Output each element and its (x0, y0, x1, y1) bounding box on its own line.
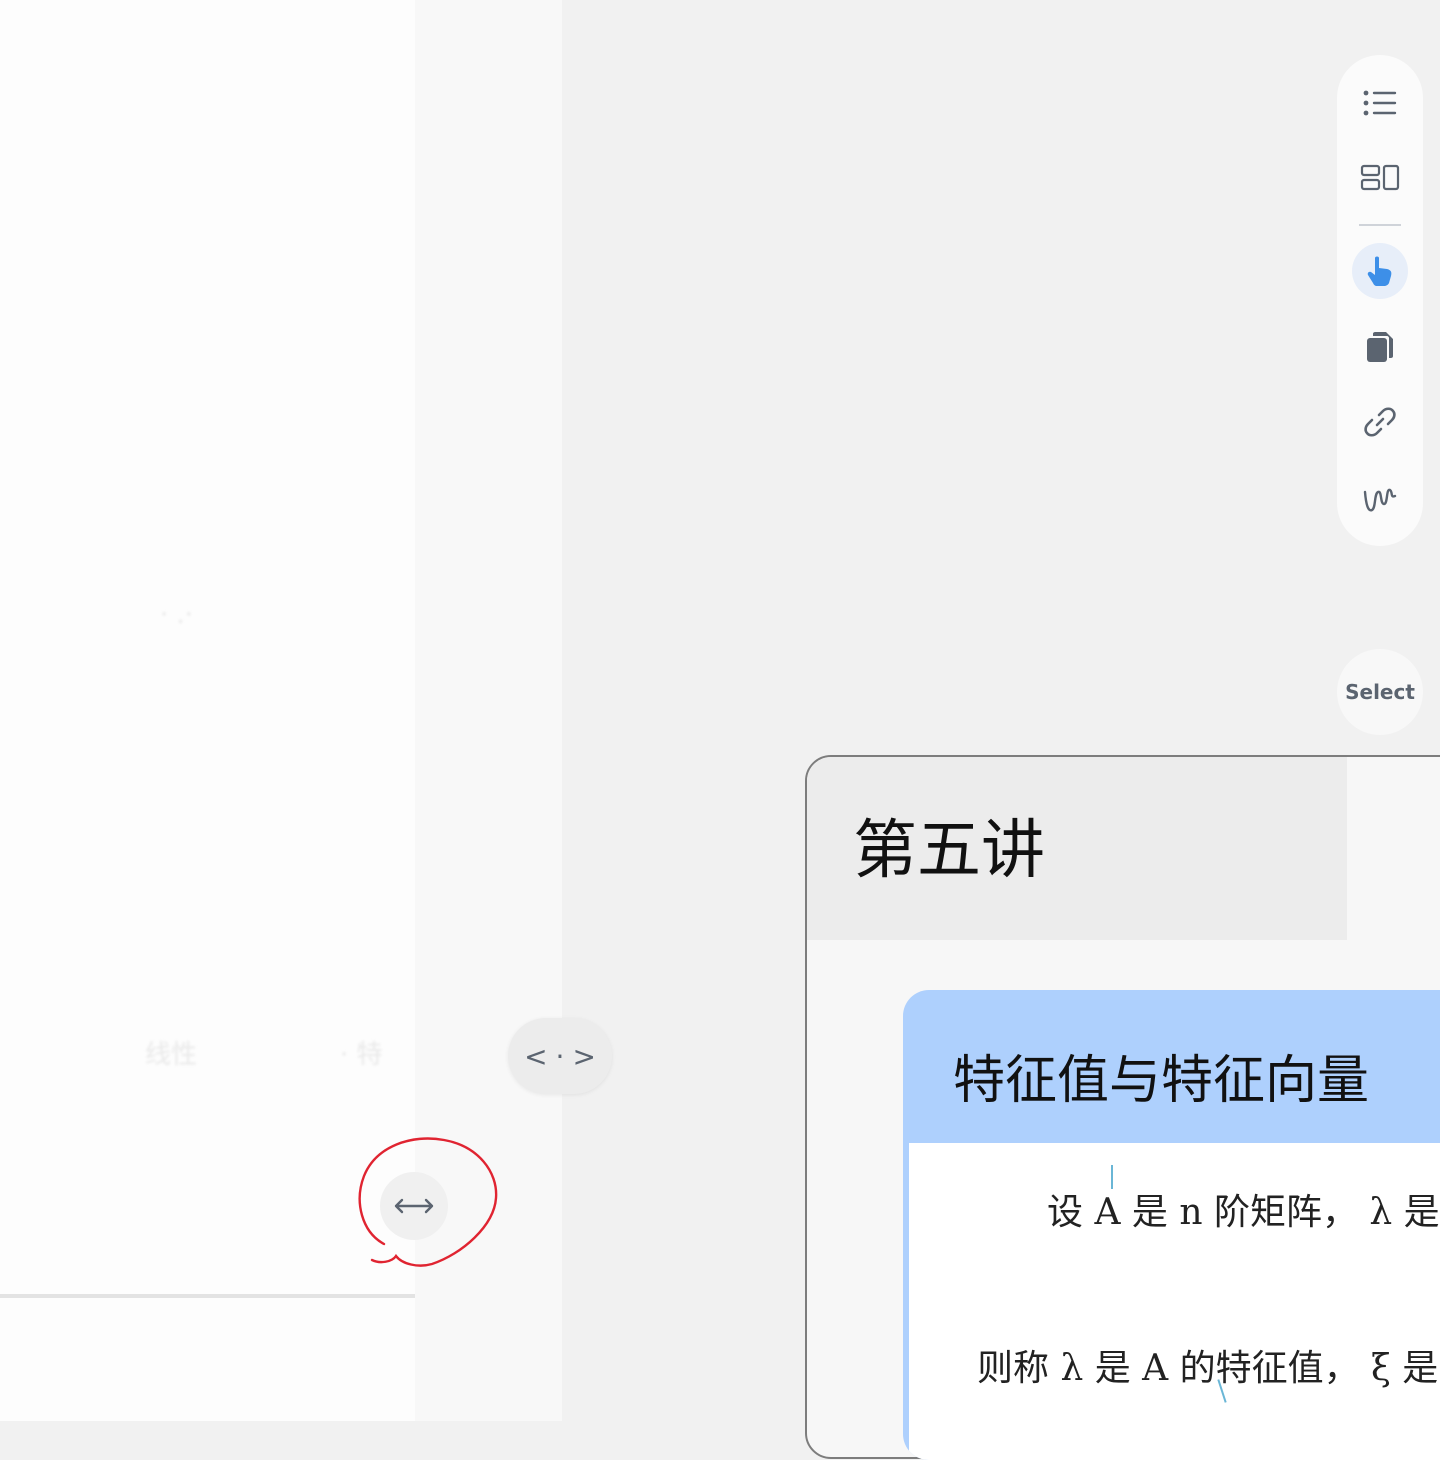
pointer-hand-icon (1367, 256, 1392, 286)
content-card: 特征值与特征向量 设 A 是 n 阶矩阵， λ 是一个 则称 λ 是 A 的特征… (903, 990, 1440, 1460)
card-body: 设 A 是 n 阶矩阵， λ 是一个 则称 λ 是 A 的特征值， ξ 是 A … (909, 1143, 1440, 1460)
slide-header: 第五讲 (807, 757, 1347, 940)
horizontal-arrows-icon (394, 1198, 434, 1214)
definition-line-1: 设 A 是 n 阶矩阵， λ 是一个 (1047, 1192, 1440, 1233)
draw-button[interactable] (1352, 470, 1408, 526)
layout-icon (1360, 164, 1400, 191)
faded-text: 线性 (145, 1040, 198, 1070)
copy-button[interactable] (1352, 319, 1408, 375)
card-title: 特征值与特征向量 (953, 1051, 1370, 1111)
copy-icon (1367, 332, 1393, 362)
link-button[interactable] (1352, 394, 1408, 450)
link-icon (1364, 407, 1396, 437)
split-view-toggle[interactable]: < · > (508, 1018, 612, 1094)
text-cursor-mark (1111, 1165, 1113, 1189)
center-dot: · (555, 1039, 565, 1073)
select-mode-badge[interactable]: Select (1337, 649, 1423, 735)
faded-text: · .· (160, 600, 194, 630)
toolbar-separator (1359, 224, 1401, 226)
outline-button[interactable] (1352, 75, 1408, 131)
right-toolbar (1337, 55, 1423, 546)
pane-divider (0, 1294, 415, 1298)
scribble-icon (1363, 488, 1397, 512)
chevron-right-icon: > (572, 1039, 596, 1073)
layout-button[interactable] (1352, 150, 1408, 206)
pointer-tool-button[interactable] (1352, 243, 1408, 299)
expand-width-button[interactable] (380, 1172, 448, 1240)
left-document-pane: · .· 线性 · 特 (0, 0, 415, 1421)
slide-title: 第五讲 (853, 814, 1045, 888)
faded-text: · 特 (340, 1040, 383, 1070)
chevron-left-icon: < (524, 1039, 548, 1073)
list-icon (1363, 90, 1397, 116)
definition-line-2: 则称 λ 是 A 的特征值， ξ 是 A 的 (977, 1348, 1440, 1389)
